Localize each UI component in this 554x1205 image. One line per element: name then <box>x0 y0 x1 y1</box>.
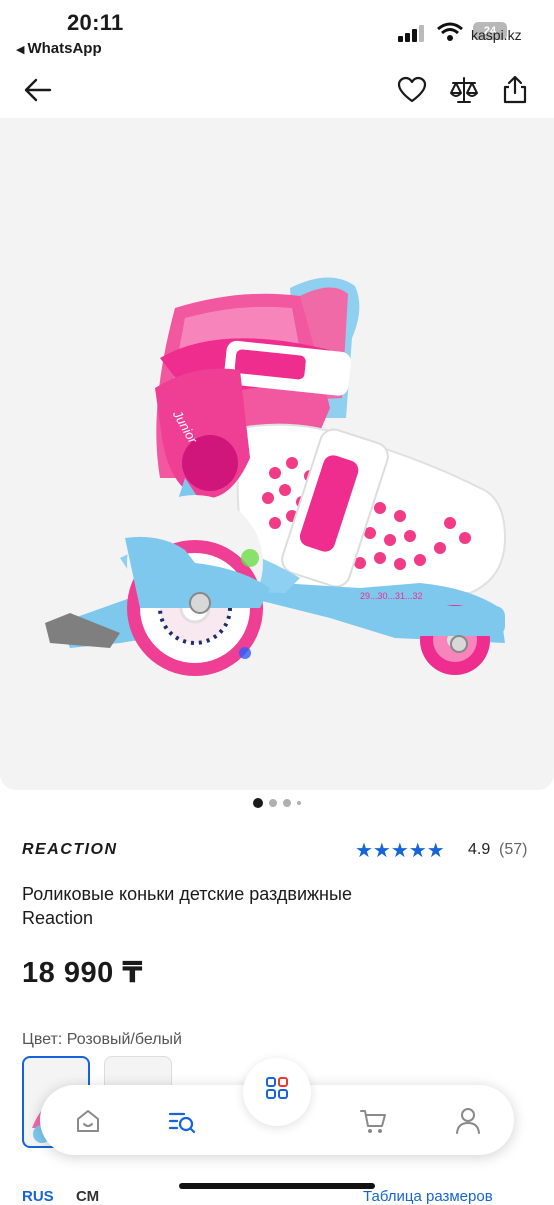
rating-stars-icon: ★★★★★ <box>355 840 445 862</box>
brand-logo[interactable]: REACTION <box>22 841 118 859</box>
home-indicator <box>179 1183 375 1189</box>
back-to-app-link[interactable]: ◀ WhatsApp <box>16 40 102 57</box>
unit-tab[interactable]: СМ <box>76 1188 99 1205</box>
catalog-search-icon[interactable] <box>167 1107 197 1135</box>
status-time: 20:11 <box>67 10 124 35</box>
page-dot[interactable] <box>297 801 301 805</box>
apps-grid-button[interactable] <box>243 1058 311 1126</box>
profile-icon[interactable] <box>454 1105 482 1135</box>
home-icon[interactable] <box>74 1107 102 1135</box>
product-image: Junior 29...30...31...32 <box>45 277 507 676</box>
gallery-pagination <box>0 798 554 810</box>
lang-tab[interactable]: RUS <box>22 1188 54 1205</box>
size-marking: 29...30...31...32 <box>360 591 423 601</box>
arrow-left-icon[interactable] <box>22 74 54 106</box>
reviews-count: (57) <box>499 841 528 858</box>
product-title: Роликовые коньки детские раздвижные Reac… <box>22 884 352 928</box>
share-icon[interactable] <box>499 74 531 106</box>
product-price: 18 990 ₸ <box>22 957 143 989</box>
signal-icon <box>398 24 428 42</box>
page-dot[interactable] <box>269 799 277 807</box>
size-table-link[interactable]: Таблица размеров <box>363 1188 493 1205</box>
back-app-label: WhatsApp <box>27 40 102 57</box>
scales-icon[interactable] <box>448 74 480 106</box>
status-bar: 20:11 ◀ WhatsApp 24 kaspi.kz <box>0 0 554 62</box>
page-dot-active[interactable] <box>253 798 263 808</box>
color-label: Цвет: Розовый/белый <box>22 1031 182 1048</box>
back-triangle-icon: ◀ <box>16 44 25 56</box>
rating-value: 4.9 <box>468 841 491 858</box>
wifi-icon <box>437 22 463 41</box>
heart-icon[interactable] <box>396 74 428 106</box>
page-dot[interactable] <box>283 799 291 807</box>
product-header <box>0 62 554 118</box>
url-label: kaspi.kz <box>471 27 522 43</box>
cart-icon[interactable] <box>358 1107 388 1135</box>
product-image-gallery[interactable]: Junior 29...30...31...32 <box>0 118 554 790</box>
apps-grid-icon <box>266 1077 288 1099</box>
